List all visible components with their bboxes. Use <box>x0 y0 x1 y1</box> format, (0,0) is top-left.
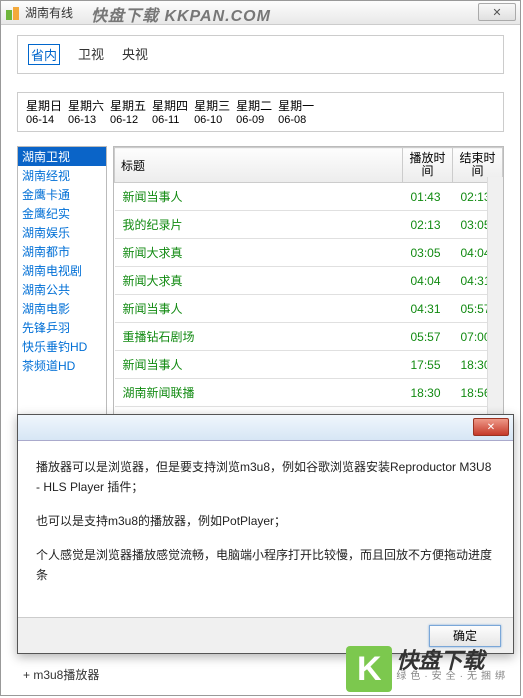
channel-item[interactable]: 湖南都市 <box>18 242 106 261</box>
channel-item[interactable]: 先锋乒羽 <box>18 318 106 337</box>
source-tabs: 省内卫视央视 <box>17 35 504 74</box>
source-tab-2[interactable]: 央视 <box>122 44 148 65</box>
table-header-row: 标题 播放时间 结束时间 <box>115 148 503 183</box>
brand-small: 绿色·安全·无捆绑 <box>396 669 509 685</box>
date-tab-1[interactable]: 星期六06-13 <box>68 99 104 127</box>
close-icon: ✕ <box>487 422 495 433</box>
brand-big: 快盘下载 <box>396 653 509 669</box>
footer-text[interactable]: + m3u8播放器 <box>23 666 99 683</box>
date-tab-3[interactable]: 星期四06-11 <box>152 99 188 127</box>
window-title: 湖南有线 <box>25 1 73 25</box>
channel-item[interactable]: 湖南公共 <box>18 280 106 299</box>
table-row[interactable]: 新闻当事人17:5518:30 <box>115 351 503 379</box>
cell-title: 新闻大求真 <box>115 239 403 267</box>
channel-item[interactable]: 茶频道HD <box>18 356 106 375</box>
dialog-para-3: 个人感觉是浏览器播放感觉流畅，电脑端小程序打开比较慢，而且回放不方便拖动进度条 <box>36 545 495 585</box>
channel-item[interactable]: 湖南娱乐 <box>18 223 106 242</box>
cell-title: 新闻当事人 <box>115 351 403 379</box>
cell-start: 04:04 <box>403 267 453 295</box>
date-tabs: 星期日06-14星期六06-13星期五06-12星期四06-11星期三06-10… <box>17 92 504 132</box>
brand-text: 快盘下载 绿色·安全·无捆绑 <box>396 653 509 685</box>
dialog-para-1: 播放器可以是浏览器，但是要支持浏览m3u8，例如谷歌浏览器安装Reproduct… <box>36 457 495 497</box>
col-title[interactable]: 标题 <box>115 148 403 183</box>
dialog-para-2: 也可以是支持m3u8的播放器，例如PotPlayer； <box>36 511 495 531</box>
channel-item[interactable]: 金鹰卡通 <box>18 185 106 204</box>
dialog-close-button[interactable]: ✕ <box>473 418 509 436</box>
channel-item[interactable]: 湖南经视 <box>18 166 106 185</box>
cell-title: 新闻当事人 <box>115 183 403 211</box>
table-row[interactable]: 重播钻石剧场05:5707:00 <box>115 323 503 351</box>
cell-title: 新闻大求真 <box>115 267 403 295</box>
app-icon <box>5 5 21 21</box>
table-row[interactable]: 新闻大求真04:0404:31 <box>115 267 503 295</box>
date-tab-0[interactable]: 星期日06-14 <box>26 99 62 127</box>
brand-k-icon: K <box>346 646 392 692</box>
channel-item[interactable]: 湖南电影 <box>18 299 106 318</box>
close-icon: ✕ <box>492 6 501 19</box>
date-tab-6[interactable]: 星期一06-08 <box>278 99 314 127</box>
table-row[interactable]: 我的纪录片02:1303:05 <box>115 211 503 239</box>
channel-item[interactable]: 湖南卫视 <box>18 147 106 166</box>
channel-item[interactable]: 湖南电视剧 <box>18 261 106 280</box>
source-tab-1[interactable]: 卫视 <box>78 44 104 65</box>
dialog-body: 播放器可以是浏览器，但是要支持浏览m3u8，例如谷歌浏览器安装Reproduct… <box>18 441 513 615</box>
brand-logo: K 快盘下载 绿色·安全·无捆绑 <box>346 646 509 692</box>
source-tab-0[interactable]: 省内 <box>28 44 60 65</box>
table-row[interactable]: 新闻大求真03:0504:04 <box>115 239 503 267</box>
info-dialog: ✕ 播放器可以是浏览器，但是要支持浏览m3u8，例如谷歌浏览器安装Reprodu… <box>17 414 514 654</box>
table-row[interactable]: 湖南新闻联播18:3018:56 <box>115 379 503 407</box>
cell-start: 02:13 <box>403 211 453 239</box>
program-table: 标题 播放时间 结束时间 新闻当事人01:4302:13我的纪录片02:1303… <box>114 147 503 407</box>
cell-title: 新闻当事人 <box>115 295 403 323</box>
table-row[interactable]: 新闻当事人04:3105:57 <box>115 295 503 323</box>
cell-title: 湖南新闻联播 <box>115 379 403 407</box>
date-tab-5[interactable]: 星期二06-09 <box>236 99 272 127</box>
cell-title: 重播钻石剧场 <box>115 323 403 351</box>
col-start[interactable]: 播放时间 <box>403 148 453 183</box>
cell-start: 05:57 <box>403 323 453 351</box>
ok-button[interactable]: 确定 <box>429 625 501 647</box>
dialog-title-bar: ✕ <box>18 415 513 441</box>
cell-start: 04:31 <box>403 295 453 323</box>
window-close-button[interactable]: ✕ <box>478 3 516 21</box>
cell-title: 我的纪录片 <box>115 211 403 239</box>
title-bar: 湖南有线 快盘下载 KKPAN.COM ✕ <box>1 1 520 25</box>
cell-start: 18:30 <box>403 379 453 407</box>
channel-item[interactable]: 快乐垂钓HD <box>18 337 106 356</box>
table-row[interactable]: 新闻当事人01:4302:13 <box>115 183 503 211</box>
date-tab-2[interactable]: 星期五06-12 <box>110 99 146 127</box>
watermark-text: 快盘下载 KKPAN.COM <box>91 2 271 26</box>
cell-start: 01:43 <box>403 183 453 211</box>
cell-start: 03:05 <box>403 239 453 267</box>
channel-item[interactable]: 金鹰纪实 <box>18 204 106 223</box>
cell-start: 17:55 <box>403 351 453 379</box>
date-tab-4[interactable]: 星期三06-10 <box>194 99 230 127</box>
